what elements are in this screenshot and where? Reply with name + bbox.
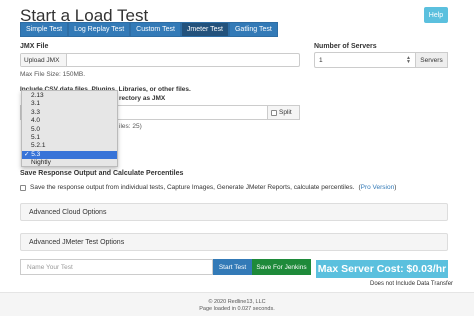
advanced-cloud-options-panel[interactable]: Advanced Cloud Options: [20, 203, 448, 221]
save-response-label: Save the response output from individual…: [30, 184, 355, 191]
tab-jmeter-test[interactable]: Jmeter Test: [180, 22, 229, 37]
version-option-selected[interactable]: ✓ 5.3: [22, 150, 117, 160]
split-label: Split: [279, 109, 292, 116]
start-test-button[interactable]: Start Test: [213, 259, 252, 275]
servers-addon: Servers: [416, 52, 448, 68]
version-option[interactable]: 5.1: [22, 134, 117, 142]
max-server-cost-badge: Max Server Cost: $0.03/hr: [316, 260, 448, 278]
select-arrows-icon: ▲ ▼: [406, 55, 411, 65]
tab-simple-test[interactable]: Simple Test: [20, 22, 69, 37]
version-option[interactable]: 3.1: [22, 100, 117, 108]
test-name-input[interactable]: Name Your Test: [20, 259, 213, 275]
save-for-jenkins-button[interactable]: Save For Jenkins: [252, 259, 311, 275]
tab-custom-test[interactable]: Custom Test: [130, 22, 181, 37]
response-option: Save the response output from individual…: [20, 184, 396, 191]
version-option[interactable]: 5.2.1: [22, 142, 117, 150]
help-button[interactable]: Help: [424, 7, 448, 23]
version-option[interactable]: 5.0: [22, 126, 117, 134]
upload-jmx-button[interactable]: Upload JMX: [21, 54, 67, 66]
version-option[interactable]: 3.3: [22, 109, 117, 117]
response-heading: Save Response Output and Calculate Perce…: [20, 170, 184, 177]
advanced-jmeter-options-panel[interactable]: Advanced JMeter Test Options: [20, 233, 448, 251]
footer: © 2020 Redline13, LLC Page loaded in 0.0…: [0, 292, 474, 316]
save-response-checkbox[interactable]: [20, 184, 26, 191]
version-option[interactable]: 4.0: [22, 117, 117, 125]
pro-version-link-wrap: (Pro Version): [358, 184, 397, 191]
copyright: © 2020 Redline13, LLC: [208, 299, 266, 305]
servers-select[interactable]: 1 ▲ ▼: [314, 52, 416, 68]
pro-version-link[interactable]: Pro Version: [361, 184, 395, 191]
test-type-tabs: Simple Test Log Replay Test Custom Test …: [20, 22, 278, 37]
servers-value: 1: [319, 56, 323, 64]
max-file-size-note: Max File Size: 150MB.: [20, 71, 86, 78]
page-load-time: Page loaded in 0.027 seconds.: [199, 306, 275, 312]
split-checkbox[interactable]: [271, 109, 277, 116]
version-option-selected-label: 5.3: [31, 150, 41, 158]
cost-note: Does not Include Data Transfer: [370, 281, 454, 287]
jmx-file-label: JMX File: [20, 43, 49, 50]
servers-select-group: 1 ▲ ▼ Servers: [314, 52, 448, 68]
version-option[interactable]: 2.13: [22, 92, 117, 100]
servers-label: Number of Servers: [314, 43, 377, 50]
extra-files-label-end: rectory as JMX: [119, 95, 166, 102]
jmx-upload-field[interactable]: Upload JMX: [20, 53, 300, 67]
max-files-note: iles: 25): [119, 123, 142, 130]
split-toggle[interactable]: Split: [268, 105, 300, 120]
jmeter-version-dropdown[interactable]: 2.13 3.1 3.3 4.0 5.0 5.1 5.2.1 ✓ 5.3 Nig…: [21, 90, 118, 167]
version-option[interactable]: Nightly: [22, 159, 117, 167]
tab-log-replay-test[interactable]: Log Replay Test: [68, 22, 131, 37]
tab-gatling-test[interactable]: Gatling Test: [228, 22, 278, 37]
